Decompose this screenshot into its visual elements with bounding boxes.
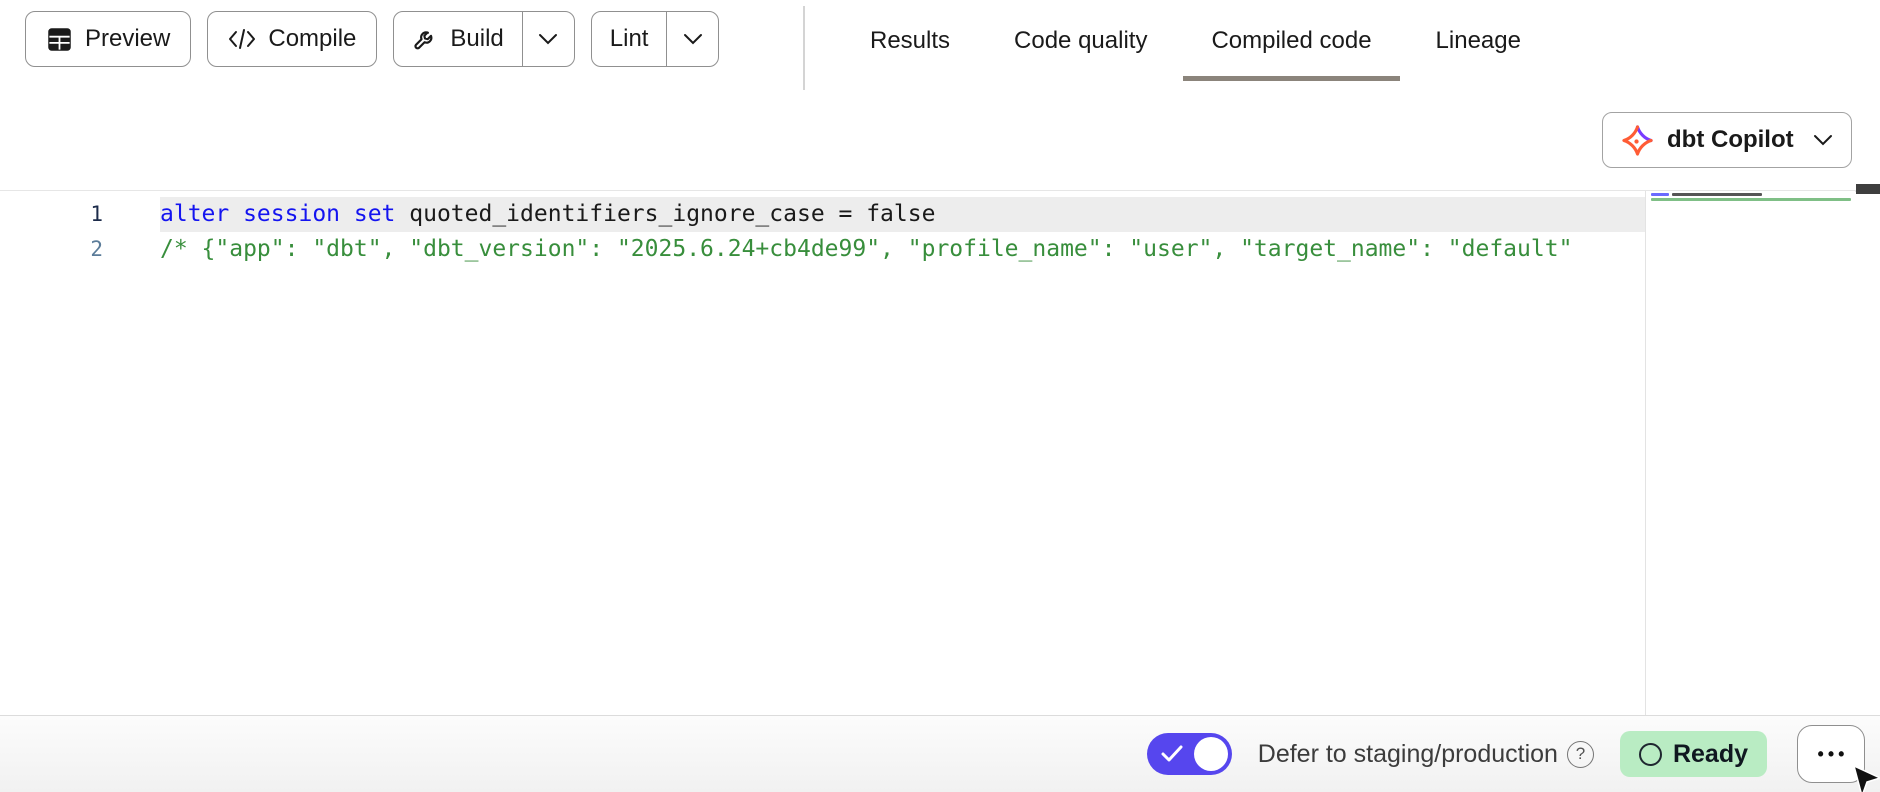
- dbt-logo-icon: [1621, 124, 1654, 157]
- code-lines: 1alter session set quoted_identifiers_ig…: [0, 197, 1645, 267]
- question-circle-icon[interactable]: ?: [1567, 741, 1594, 768]
- circle-outline-icon: [1639, 743, 1662, 766]
- scrollbar-thumb[interactable]: [1856, 184, 1880, 194]
- build-button-label: Build: [450, 25, 503, 53]
- code-line-text: alter session set quoted_identifiers_ign…: [160, 197, 1645, 232]
- chevron-down-icon: [683, 33, 703, 45]
- lint-split-button: Lint: [591, 11, 720, 67]
- code-line-text: /* {"app": "dbt", "dbt_version": "2025.6…: [160, 232, 1645, 267]
- code-line[interactable]: 2/* {"app": "dbt", "dbt_version": "2025.…: [0, 232, 1645, 267]
- compiled-code-editor[interactable]: 1alter session set quoted_identifiers_ig…: [0, 191, 1645, 715]
- table-icon: [46, 26, 73, 53]
- tab-results[interactable]: Results: [842, 0, 978, 81]
- ready-status-label: Ready: [1673, 740, 1748, 769]
- line-number: 1: [0, 197, 160, 232]
- compile-button-label: Compile: [268, 25, 356, 53]
- defer-label: Defer to staging/production: [1258, 740, 1558, 769]
- code-line[interactable]: 1alter session set quoted_identifiers_ig…: [0, 197, 1645, 232]
- compile-button[interactable]: Compile: [207, 11, 377, 67]
- build-split-button: Build: [393, 11, 574, 67]
- minimap-line: [1651, 198, 1851, 201]
- lint-button[interactable]: Lint: [592, 12, 667, 66]
- toolbar-tabs-divider: [803, 6, 805, 90]
- defer-toggle[interactable]: [1147, 733, 1232, 775]
- dbt-copilot-button[interactable]: dbt Copilot: [1602, 112, 1852, 168]
- ellipsis-icon: •••: [1814, 745, 1849, 763]
- line-number: 2: [0, 232, 160, 267]
- wrench-icon: [412, 26, 438, 52]
- ready-status-badge: Ready: [1620, 731, 1767, 777]
- toggle-knob: [1194, 737, 1228, 771]
- tab-compiled-code[interactable]: Compiled code: [1183, 0, 1399, 81]
- preview-button[interactable]: Preview: [25, 11, 191, 67]
- editor-scrollbar[interactable]: [1856, 191, 1880, 715]
- minimap-line: [1651, 193, 1669, 196]
- tab-code-quality[interactable]: Code quality: [986, 0, 1175, 81]
- minimap-line: [1672, 193, 1762, 196]
- result-tabs: Results Code quality Compiled code Linea…: [842, 0, 1549, 81]
- lint-dropdown-button[interactable]: [666, 12, 718, 66]
- editor-minimap[interactable]: [1645, 191, 1855, 715]
- chevron-down-icon: [1813, 134, 1833, 146]
- chevron-down-icon: [538, 33, 558, 45]
- code-brackets-icon: [228, 27, 256, 51]
- status-footer: Defer to staging/production ? Ready •••: [0, 715, 1880, 792]
- mouse-cursor: [1850, 764, 1880, 792]
- editor-toolbar: Preview Compile Build: [25, 11, 719, 67]
- build-dropdown-button[interactable]: [522, 12, 574, 66]
- tab-lineage[interactable]: Lineage: [1408, 0, 1549, 81]
- build-button[interactable]: Build: [394, 12, 521, 66]
- preview-button-label: Preview: [85, 25, 170, 53]
- lint-button-label: Lint: [610, 25, 649, 53]
- dbt-copilot-label: dbt Copilot: [1667, 126, 1794, 154]
